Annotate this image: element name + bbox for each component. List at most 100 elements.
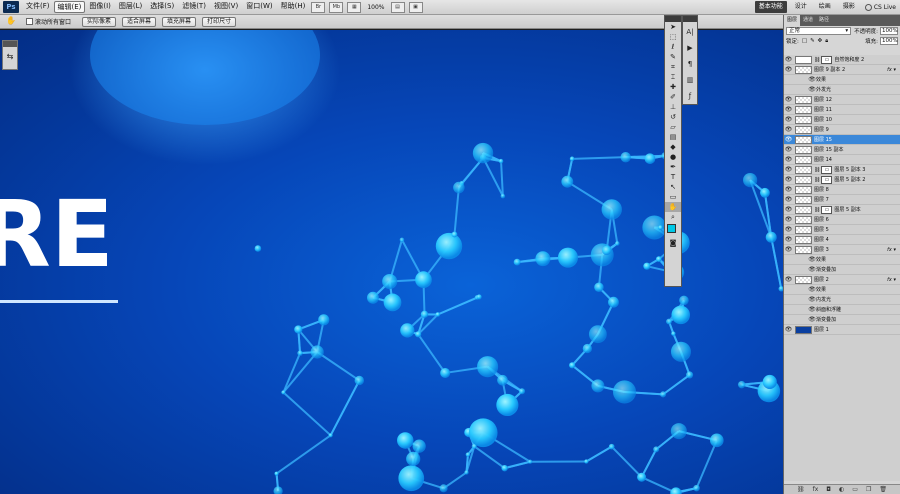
layer-effect-row[interactable]: 👁︎ 渐变叠加 <box>784 265 900 275</box>
dodge-tool-icon[interactable]: ● <box>665 152 681 162</box>
opacity-input[interactable]: 100% <box>880 27 898 35</box>
eraser-tool-icon[interactable]: ▱ <box>665 122 681 132</box>
visibility-eye-icon[interactable]: 👁︎ <box>784 206 793 213</box>
lock-all-icon[interactable]: 🔒︎ <box>825 38 828 45</box>
layer-effect-row[interactable]: 👁︎ 外发光 <box>784 85 900 95</box>
marquee-tool-icon[interactable]: ⬚ <box>665 32 681 42</box>
layer-row[interactable]: 👁︎ 图层 8 <box>784 185 900 195</box>
hand-tool-icon[interactable]: ✋ <box>665 202 681 212</box>
visibility-eye-icon[interactable]: 👁︎ <box>784 276 793 283</box>
visibility-eye-icon[interactable]: 👁︎ <box>784 146 793 153</box>
shape-tool-icon[interactable]: ▭ <box>665 192 681 202</box>
path-select-tool-icon[interactable]: ↖ <box>665 182 681 192</box>
add-mask-icon[interactable]: ◘ <box>826 486 831 493</box>
panel-tab[interactable]: 路径 <box>816 15 832 26</box>
type-tool-icon[interactable]: T <box>665 172 681 182</box>
layer-row[interactable]: 👁︎ ⛓ ▭ 自然饱和度 2 <box>784 55 900 65</box>
layer-mask-thumbnail[interactable]: ▭ <box>821 175 833 184</box>
mask-link-icon[interactable]: ⛓ <box>814 57 820 63</box>
arrange-documents-icon[interactable]: ▤ <box>390 1 405 13</box>
fill-input[interactable]: 100% <box>880 37 898 45</box>
visibility-eye-icon[interactable]: 👁︎ <box>784 246 793 253</box>
collapsed-panel-header[interactable] <box>3 41 17 47</box>
layer-row[interactable]: 👁︎ 图层 12 <box>784 95 900 105</box>
layer-mask-thumbnail[interactable]: ▭ <box>821 205 833 214</box>
layer-effect-row[interactable]: 👁︎ 内发光 <box>784 295 900 305</box>
visibility-eye-icon[interactable]: 👁︎ <box>784 196 793 203</box>
visibility-eye-icon[interactable]: 👁︎ <box>784 226 793 233</box>
view-extras-icon[interactable]: ▦ <box>347 1 362 13</box>
delete-layer-icon[interactable]: 🗑︎ <box>879 486 887 493</box>
cs-live-button[interactable]: CS Live <box>861 3 900 11</box>
move-tool-icon[interactable]: ➤ <box>665 22 681 32</box>
layer-row[interactable]: 👁︎ ⛓ ▭ 图层 5 副本 3 <box>784 165 900 175</box>
layer-row[interactable]: 👁︎ 图层 9 <box>784 125 900 135</box>
layer-row[interactable]: 👁︎ 图层 15 副本 <box>784 145 900 155</box>
visibility-eye-icon[interactable]: 👁︎ <box>784 326 793 333</box>
histogram-panel-icon[interactable]: ▥ <box>683 74 697 86</box>
link-layers-icon[interactable]: ⛓ <box>797 486 805 493</box>
mask-link-icon[interactable]: ⛓ <box>814 207 820 213</box>
bridge-icon[interactable]: Br <box>311 1 326 13</box>
visibility-eye-icon[interactable]: 👁︎ <box>784 136 793 143</box>
visibility-eye-icon[interactable]: 👁︎ <box>784 126 793 133</box>
visibility-eye-icon[interactable]: 👁︎ <box>808 306 816 313</box>
side-dock-header[interactable] <box>683 16 697 22</box>
layer-row[interactable]: 👁︎ 图层 5 <box>784 225 900 235</box>
visibility-eye-icon[interactable]: 👁︎ <box>808 286 816 293</box>
menu-item[interactable]: 图层(L) <box>115 1 146 13</box>
history-brush-tool-icon[interactable]: ↺ <box>665 112 681 122</box>
visibility-eye-icon[interactable]: 👁︎ <box>784 116 793 123</box>
screen-mode-icon[interactable]: ▣ <box>408 1 423 13</box>
actions-panel-icon[interactable]: ▶ <box>683 42 697 54</box>
layer-effect-row[interactable]: 👁︎ 效果 <box>784 285 900 295</box>
paragraph-panel-icon[interactable]: ¶ <box>683 58 697 70</box>
visibility-eye-icon[interactable]: 👁︎ <box>808 256 816 263</box>
visibility-eye-icon[interactable]: 👁︎ <box>784 106 793 113</box>
checkbox-box[interactable] <box>26 18 33 25</box>
view-button[interactable]: 适合屏幕 <box>122 16 157 27</box>
minibridge-icon[interactable]: Mb <box>329 1 344 13</box>
menu-item[interactable]: 滤镜(T) <box>178 1 210 13</box>
layer-row[interactable]: 👁︎ ⛓ ▭ 图层 5 副本 2 <box>784 175 900 185</box>
layer-mask-thumbnail[interactable]: ▭ <box>821 55 833 64</box>
pen-tool-icon[interactable]: ✒ <box>665 162 681 172</box>
quick-select-tool-icon[interactable]: ✎ <box>665 52 681 62</box>
layer-row[interactable]: 👁︎ 图层 14 <box>784 155 900 165</box>
layer-row[interactable]: 👁︎ 图层 9 副本 2 fx ▾ <box>784 65 900 75</box>
brush-tool-icon[interactable]: ✐ <box>665 92 681 102</box>
layer-effect-row[interactable]: 👁︎ 斜面和浮雕 <box>784 305 900 315</box>
gradient-tool-icon[interactable]: ▤ <box>665 132 681 142</box>
lock-transparency-icon[interactable]: □ <box>802 38 807 44</box>
layer-row[interactable]: 👁︎ 图层 15 <box>784 135 900 145</box>
layer-effects-icon[interactable]: fx ▾ <box>887 247 896 253</box>
layer-row[interactable]: 👁︎ 图层 3 fx ▾ <box>784 245 900 255</box>
visibility-eye-icon[interactable]: 👁︎ <box>784 96 793 103</box>
menu-item[interactable]: 选择(S) <box>146 1 178 13</box>
visibility-eye-icon[interactable]: 👁︎ <box>808 76 816 83</box>
visibility-eye-icon[interactable]: 👁︎ <box>784 176 793 183</box>
layer-effect-row[interactable]: 👁︎ 渐变叠加 <box>784 315 900 325</box>
visibility-eye-icon[interactable]: 👁︎ <box>784 166 793 173</box>
layer-row[interactable]: 👁︎ 图层 2 fx ▾ <box>784 275 900 285</box>
blend-mode-select[interactable]: 正常 ▾ <box>786 27 852 35</box>
view-button[interactable]: 实际像素 <box>82 16 117 27</box>
adjustments-panel-icon[interactable]: ƒ <box>683 90 697 102</box>
mask-link-icon[interactable]: ⛓ <box>814 177 820 183</box>
view-button[interactable]: 填充屏幕 <box>162 16 197 27</box>
layer-row[interactable]: 👁︎ 图层 6 <box>784 215 900 225</box>
menu-item[interactable]: 视图(V) <box>210 1 242 13</box>
layer-effect-row[interactable]: 👁︎ 效果 <box>784 75 900 85</box>
layer-effects-icon[interactable]: fx ▾ <box>887 277 896 283</box>
visibility-eye-icon[interactable]: 👁︎ <box>784 156 793 163</box>
foreground-color-swatch[interactable] <box>667 224 676 233</box>
new-group-icon[interactable]: ▭ <box>852 486 858 493</box>
visibility-eye-icon[interactable]: 👁︎ <box>784 66 793 73</box>
layer-row[interactable]: 👁︎ 图层 1 <box>784 325 900 335</box>
zoom-tool-icon[interactable]: ⌕ <box>665 212 681 222</box>
visibility-eye-icon[interactable]: 👁︎ <box>808 316 816 323</box>
new-layer-icon[interactable]: ❐ <box>866 486 871 493</box>
zoom-level[interactable]: 100% <box>363 4 388 11</box>
quick-mask-icon[interactable]: ◙ <box>665 238 681 248</box>
menu-item[interactable]: 图像(I) <box>85 1 115 13</box>
